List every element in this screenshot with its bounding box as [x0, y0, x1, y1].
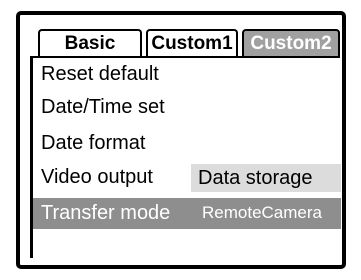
menu-item-video-output[interactable]: Video output Data storage: [33, 163, 341, 193]
menu-item-transfer-mode[interactable]: Transfer mode RemoteCamera: [33, 198, 341, 229]
video-output-value[interactable]: Data storage: [191, 164, 341, 192]
menu-item-label: Date format: [41, 132, 146, 154]
tab-divider: [30, 56, 340, 58]
menu-item-label: Reset default: [41, 63, 159, 85]
menu-item-label: Transfer mode: [41, 202, 171, 224]
menu-item-date-format[interactable]: Date format: [33, 129, 341, 159]
menu-item-label: Date/Time set: [41, 96, 165, 118]
transfer-mode-value[interactable]: RemoteCamera: [202, 203, 322, 223]
tab-custom2[interactable]: Custom2: [242, 29, 340, 57]
tab-basic[interactable]: Basic: [38, 29, 142, 57]
menu-item-reset-default[interactable]: Reset default: [33, 60, 341, 90]
tab-custom1[interactable]: Custom1: [146, 29, 238, 57]
menu-item-date-time-set[interactable]: Date/Time set: [33, 93, 341, 123]
menu-item-label: Video output: [41, 166, 153, 188]
